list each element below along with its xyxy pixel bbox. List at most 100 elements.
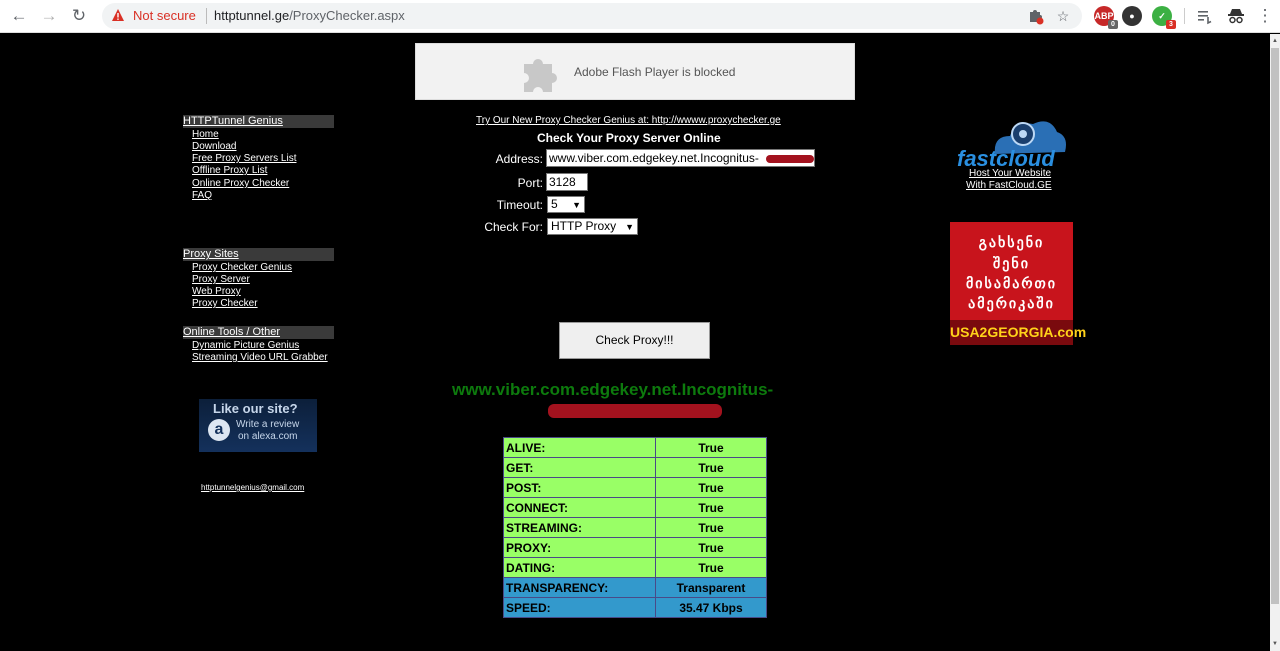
not-secure-label[interactable]: Not secure bbox=[133, 8, 196, 23]
result-label: SPEED: bbox=[503, 597, 656, 618]
usa2georgia-ad[interactable]: გახსენი შენი მისამართი ამერიკაში USA2GEO… bbox=[950, 222, 1086, 345]
sidebar-heading-proxy-sites[interactable]: Proxy Sites bbox=[183, 248, 334, 261]
redaction-mark bbox=[548, 404, 722, 418]
dropdown-arrow-icon: ▼ bbox=[572, 200, 581, 210]
sidebar-link-proxy-server[interactable]: Proxy Server bbox=[192, 274, 250, 286]
fastcloud-link-with[interactable]: With FastCloud.GE bbox=[966, 180, 1052, 191]
result-value: True bbox=[655, 477, 767, 498]
table-row: DATING: True bbox=[503, 557, 767, 578]
menu-icon[interactable]: ⋮ bbox=[1254, 6, 1276, 26]
dropdown-arrow-icon: ▼ bbox=[625, 222, 634, 232]
bookmark-star-icon[interactable]: ☆ bbox=[1054, 7, 1072, 25]
timeout-value: 5 bbox=[551, 197, 558, 211]
result-value: True bbox=[655, 537, 767, 558]
form-title: Check Your Proxy Server Online bbox=[537, 131, 721, 145]
check-for-label: Check For: bbox=[484, 220, 543, 234]
ad-line: შენი bbox=[993, 255, 1030, 271]
table-row: STREAMING: True bbox=[503, 517, 767, 538]
ad-line: ამერიკაში bbox=[968, 295, 1055, 311]
fastcloud-link-host[interactable]: Host Your Website bbox=[969, 168, 1051, 179]
warning-icon[interactable] bbox=[111, 8, 125, 22]
ad-line: გახსენი bbox=[978, 234, 1045, 250]
page-content: Adobe Flash Player is blocked HTTPTunnel… bbox=[0, 34, 1270, 651]
table-row: CONNECT: True bbox=[503, 497, 767, 518]
sidebar-heading-httptunnel[interactable]: HTTPTunnel Genius bbox=[183, 115, 334, 128]
reading-list-icon[interactable] bbox=[1196, 8, 1214, 26]
address-value: www.viber.com.edgekey.net.Incognitus- bbox=[549, 151, 759, 165]
reload-icon[interactable]: ↻ bbox=[68, 6, 90, 26]
browser-toolbar: ← → ↻ Not secure httptunnel.ge/ProxyChec… bbox=[0, 0, 1280, 33]
alexa-line-1: Write a review bbox=[236, 419, 300, 430]
redaction-mark bbox=[766, 155, 814, 163]
sidebar-link-offline-proxy-list[interactable]: Offline Proxy List bbox=[192, 165, 267, 177]
result-label: CONNECT: bbox=[503, 497, 656, 518]
sidebar-link-proxy-checker-genius[interactable]: Proxy Checker Genius bbox=[192, 262, 292, 274]
port-label: Port: bbox=[517, 176, 543, 190]
puzzle-piece-icon bbox=[524, 59, 557, 92]
sidebar-link-web-proxy[interactable]: Web Proxy bbox=[192, 286, 241, 298]
back-icon[interactable]: ← bbox=[8, 6, 30, 26]
ad-line: მისამართი bbox=[965, 275, 1057, 291]
vertical-scrollbar[interactable]: ▲ ▼ bbox=[1270, 34, 1280, 651]
ad-footer: USA2GEORGIA.com bbox=[950, 320, 1086, 345]
sidebar-link-home[interactable]: Home bbox=[192, 129, 219, 141]
result-label: STREAMING: bbox=[503, 517, 656, 538]
sidebar-link-faq[interactable]: FAQ bbox=[192, 190, 212, 202]
scroll-down-icon[interactable]: ▼ bbox=[1270, 639, 1280, 649]
sidebar-heading-online-tools[interactable]: Online Tools / Other bbox=[183, 326, 334, 339]
timeout-select[interactable]: 5 ▼ bbox=[547, 196, 585, 213]
result-host: www.viber.com.edgekey.net.Incognitus- bbox=[452, 380, 774, 399]
result-value: True bbox=[655, 457, 767, 478]
scrollbar-thumb[interactable] bbox=[1271, 48, 1279, 604]
flash-blocked-text: Adobe Flash Player is blocked bbox=[574, 65, 736, 79]
sidebar-link-streaming-video-grabber[interactable]: Streaming Video URL Grabber bbox=[192, 352, 328, 364]
sidebar-link-proxy-checker[interactable]: Proxy Checker bbox=[192, 298, 258, 310]
result-value: 35.47 Kbps bbox=[655, 597, 767, 618]
fastcloud-logo[interactable]: fastcloud bbox=[955, 114, 1070, 172]
result-value: True bbox=[655, 497, 767, 518]
result-value: True bbox=[655, 437, 767, 458]
result-label: PROXY: bbox=[503, 537, 656, 558]
sidebar-link-free-proxy-list[interactable]: Free Proxy Servers List bbox=[192, 153, 296, 165]
result-value: True bbox=[655, 557, 767, 578]
omnibox-divider bbox=[206, 8, 207, 24]
table-row: GET: True bbox=[503, 457, 767, 478]
address-bar[interactable]: Not secure httptunnel.ge/ProxyChecker.as… bbox=[102, 3, 1082, 29]
sidebar-link-online-proxy-checker[interactable]: Online Proxy Checker bbox=[192, 178, 289, 190]
contact-email-link[interactable]: httptunnelgenius@gmail.com bbox=[201, 483, 304, 492]
check-proxy-button[interactable]: Check Proxy!!! bbox=[559, 322, 710, 359]
timeout-label: Timeout: bbox=[496, 198, 543, 212]
incognito-icon[interactable] bbox=[1226, 6, 1246, 26]
url-text[interactable]: httptunnel.ge/ProxyChecker.aspx bbox=[214, 8, 405, 23]
alexa-logo-icon: a bbox=[208, 419, 230, 441]
result-label: GET: bbox=[503, 457, 656, 478]
table-row: ALIVE: True bbox=[503, 437, 767, 458]
alexa-line-2: on alexa.com bbox=[238, 431, 298, 442]
port-input[interactable]: 3128 bbox=[546, 173, 588, 191]
shield-badge: 3 bbox=[1166, 20, 1176, 29]
check-for-value: HTTP Proxy bbox=[551, 219, 617, 233]
result-label: POST: bbox=[503, 477, 656, 498]
table-row: SPEED: 35.47 Kbps bbox=[503, 597, 767, 618]
blocked-plugin-icon[interactable] bbox=[1026, 7, 1044, 25]
alexa-review-badge[interactable]: Like our site? a Write a review on alexa… bbox=[199, 399, 317, 452]
forward-icon[interactable]: → bbox=[38, 6, 60, 26]
result-value: True bbox=[655, 517, 767, 538]
adblock-badge: 0 bbox=[1108, 20, 1118, 29]
result-table: ALIVE: True GET: True POST: True CONNECT: Tr… bbox=[503, 437, 767, 618]
scroll-up-icon[interactable]: ▲ bbox=[1270, 36, 1280, 46]
promo-link[interactable]: Try Our New Proxy Checker Genius at: htt… bbox=[476, 115, 781, 126]
sidebar-link-download[interactable]: Download bbox=[192, 141, 236, 153]
dark-extension-icon[interactable]: ● bbox=[1122, 6, 1142, 26]
check-for-select[interactable]: HTTP Proxy ▼ bbox=[547, 218, 638, 235]
adblock-extension-icon[interactable]: ABP 0 bbox=[1094, 6, 1118, 29]
table-row: POST: True bbox=[503, 477, 767, 498]
address-label: Address: bbox=[495, 152, 543, 166]
table-row: TRANSPARENCY: Transparent bbox=[503, 577, 767, 598]
table-row: PROXY: True bbox=[503, 537, 767, 558]
port-value: 3128 bbox=[549, 175, 576, 189]
toolbar-divider bbox=[1184, 8, 1185, 24]
shield-extension-icon[interactable]: ✓ 3 bbox=[1152, 6, 1176, 29]
sidebar-link-dynamic-picture-genius[interactable]: Dynamic Picture Genius bbox=[192, 340, 299, 352]
flash-blocked-placeholder[interactable]: Adobe Flash Player is blocked bbox=[415, 43, 855, 100]
